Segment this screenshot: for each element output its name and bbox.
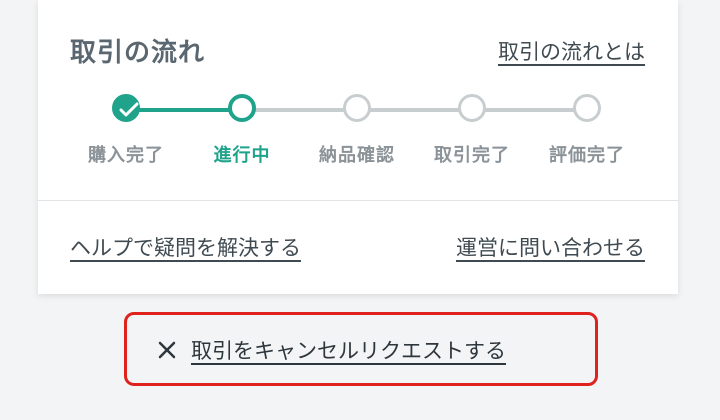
help-link[interactable]: ヘルプで疑問を解決する bbox=[70, 232, 301, 262]
flow-about-link[interactable]: 取引の流れとは bbox=[498, 36, 645, 66]
step-3-label: 納品確認 bbox=[319, 145, 395, 166]
contact-support-link[interactable]: 運営に問い合わせる bbox=[456, 232, 645, 262]
step-5-label: 評価完了 bbox=[549, 145, 625, 166]
transaction-flow-card: 取引の流れ 取引の流れとは 購入完了 進行中 納品確認 取引完了 評価完了 ヘル… bbox=[38, 0, 678, 294]
cancel-request-button[interactable]: 取引をキャンセルリクエストする bbox=[157, 335, 506, 365]
cancel-request-label: 取引をキャンセルリクエストする bbox=[191, 339, 506, 363]
cancel-request-highlight: 取引をキャンセルリクエストする bbox=[124, 312, 598, 386]
step-1-check-icon bbox=[112, 94, 140, 122]
step-1-label: 購入完了 bbox=[88, 145, 164, 166]
close-icon bbox=[158, 341, 176, 359]
progress-track-completed bbox=[126, 108, 242, 112]
step-2-label: 進行中 bbox=[213, 145, 271, 166]
step-4-label: 取引完了 bbox=[434, 145, 510, 166]
card-divider bbox=[38, 200, 678, 201]
step-5-dot bbox=[573, 94, 601, 122]
transaction-page: 取引の流れ 取引の流れとは 購入完了 進行中 納品確認 取引完了 評価完了 ヘル… bbox=[0, 0, 720, 420]
flow-title: 取引の流れ bbox=[70, 38, 206, 68]
step-4-dot bbox=[458, 94, 486, 122]
progress-stepper: 購入完了 進行中 納品確認 取引完了 評価完了 bbox=[38, 93, 678, 173]
step-3-dot bbox=[343, 94, 371, 122]
progress-track-remaining bbox=[242, 108, 588, 112]
step-2-current-dot bbox=[228, 94, 256, 122]
